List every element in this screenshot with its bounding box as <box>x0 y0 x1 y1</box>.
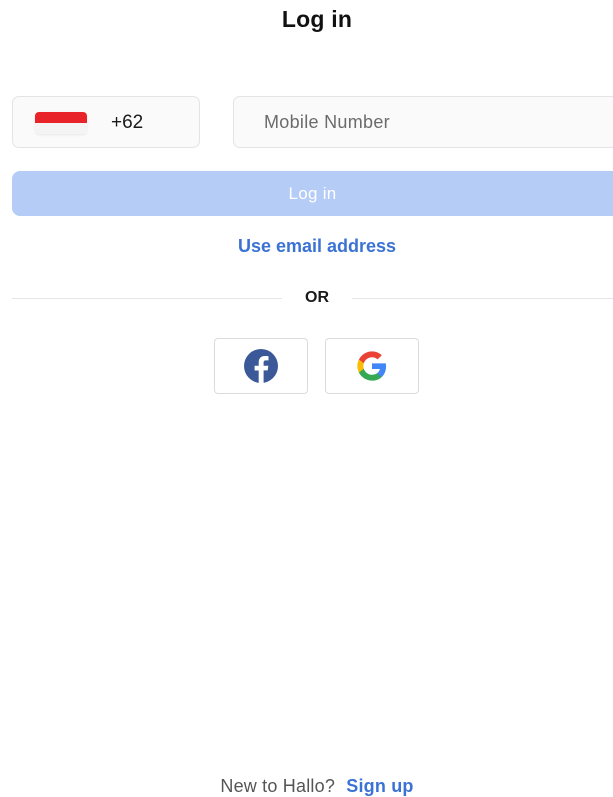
country-code-label: +62 <box>111 112 144 133</box>
signup-prompt: New to Hallo? <box>220 776 336 796</box>
divider-text: OR <box>305 289 329 306</box>
mobile-number-input[interactable] <box>233 96 613 148</box>
country-code-picker[interactable]: +62 <box>12 96 200 148</box>
page-title: Log in <box>281 6 353 32</box>
signup-row: New to Hallo? Sign up <box>0 776 613 797</box>
divider-line-right <box>352 298 613 299</box>
google-icon <box>357 351 387 381</box>
use-email-link[interactable]: Use email address <box>0 236 613 257</box>
facebook-icon <box>244 349 278 383</box>
signup-link[interactable]: Sign up <box>346 776 413 796</box>
google-login-button[interactable] <box>325 338 419 394</box>
indonesia-flag-icon <box>35 112 87 134</box>
login-button[interactable]: Log in <box>12 171 613 216</box>
or-divider: OR <box>12 288 613 308</box>
facebook-login-button[interactable] <box>214 338 308 394</box>
phone-input-row: +62 <box>12 96 613 150</box>
divider-line-left <box>12 298 282 299</box>
